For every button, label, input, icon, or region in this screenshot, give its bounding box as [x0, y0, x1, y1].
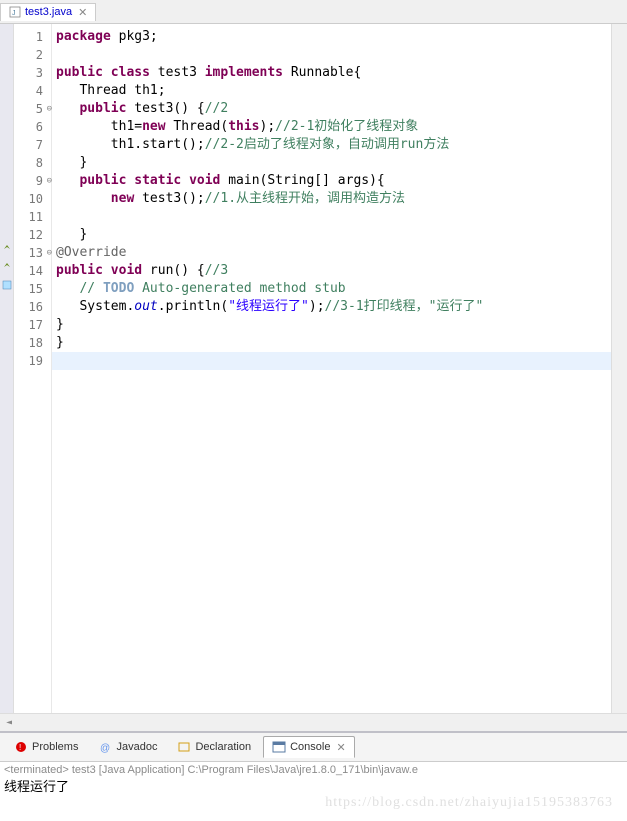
code-line[interactable]: public void run() {//3: [52, 262, 611, 280]
svg-text:J: J: [12, 10, 16, 17]
problems-icon: !: [14, 740, 28, 754]
svg-text:!: !: [19, 743, 21, 752]
code-line[interactable]: }: [52, 154, 611, 172]
tab-problems[interactable]: ! Problems: [6, 737, 86, 757]
code-line[interactable]: }: [52, 334, 611, 352]
code-line[interactable]: }: [52, 226, 611, 244]
console-output-line: 线程运行了: [4, 776, 623, 795]
code-content[interactable]: package pkg3; public class test3 implemen…: [52, 24, 611, 713]
code-line[interactable]: Thread th1;: [52, 82, 611, 100]
override-marker-icon[interactable]: [2, 262, 12, 272]
line-number: 17: [14, 316, 51, 334]
svg-text:@: @: [100, 743, 110, 754]
line-number: 7: [14, 136, 51, 154]
code-line[interactable]: package pkg3;: [52, 28, 611, 46]
line-number: 5: [14, 100, 51, 118]
code-line[interactable]: }: [52, 316, 611, 334]
javadoc-icon: @: [98, 740, 112, 754]
code-line[interactable]: public test3() {//2: [52, 100, 611, 118]
code-line[interactable]: public class test3 implements Runnable{: [52, 64, 611, 82]
horizontal-scrollbar[interactable]: ◄: [0, 713, 627, 731]
line-number: 3: [14, 64, 51, 82]
line-number: 11: [14, 208, 51, 226]
code-line[interactable]: th1.start();//2-2启动了线程对象，自动调用run方法: [52, 136, 611, 154]
console-process-info: <terminated> test3 [Java Application] C:…: [4, 764, 623, 776]
line-number: 12: [14, 226, 51, 244]
line-number: 8: [14, 154, 51, 172]
line-number: 19: [14, 352, 51, 370]
code-line[interactable]: th1=new Thread(this);//2-1初始化了线程对象: [52, 118, 611, 136]
tab-label: Javadoc: [116, 741, 157, 753]
declaration-icon: [177, 740, 191, 754]
tab-label: Problems: [32, 741, 78, 753]
scroll-left-icon[interactable]: ◄: [6, 717, 12, 728]
line-number: 9: [14, 172, 51, 190]
tab-declaration[interactable]: Declaration: [169, 737, 259, 757]
line-number: 2: [14, 46, 51, 64]
line-number: 4: [14, 82, 51, 100]
code-line[interactable]: new test3();//1.从主线程开始，调用构造方法: [52, 190, 611, 208]
tab-console[interactable]: Console ✕: [263, 736, 355, 758]
tab-javadoc[interactable]: @ Javadoc: [90, 737, 165, 757]
line-number: 15: [14, 280, 51, 298]
line-number: 14: [14, 262, 51, 280]
marker-ruler: [0, 24, 14, 713]
line-number: 18: [14, 334, 51, 352]
bottom-panel: ! Problems @ Javadoc Declaration Console…: [0, 731, 627, 821]
line-number-gutter: 12345678910111213141516171819: [14, 24, 52, 713]
tab-filename: test3.java: [25, 6, 72, 18]
tab-label: Console: [290, 741, 330, 753]
code-line[interactable]: [52, 352, 611, 370]
line-number: 1: [14, 28, 51, 46]
line-number: 10: [14, 190, 51, 208]
code-line[interactable]: public static void main(String[] args){: [52, 172, 611, 190]
close-icon[interactable]: ✕: [78, 6, 87, 19]
console-body[interactable]: <terminated> test3 [Java Application] C:…: [0, 761, 627, 821]
code-line[interactable]: // TODO Auto-generated method stub: [52, 280, 611, 298]
code-line[interactable]: System.out.println("线程运行了");//3-1打印线程，"运…: [52, 298, 611, 316]
tab-label: Declaration: [195, 741, 251, 753]
code-line[interactable]: [52, 46, 611, 64]
close-icon[interactable]: ✕: [336, 741, 345, 754]
bottom-tab-bar: ! Problems @ Javadoc Declaration Console…: [0, 733, 627, 761]
line-number: 6: [14, 118, 51, 136]
code-line[interactable]: [52, 208, 611, 226]
line-number: 16: [14, 298, 51, 316]
editor-tab-bar: J test3.java ✕: [0, 0, 627, 24]
watermark-text: https://blog.csdn.net/zhaiyujia151953837…: [4, 795, 623, 811]
java-file-icon: J: [9, 6, 21, 18]
override-marker-icon[interactable]: [2, 244, 12, 254]
code-editor[interactable]: 12345678910111213141516171819 package pk…: [0, 24, 627, 713]
editor-tab-active[interactable]: J test3.java ✕: [0, 3, 96, 21]
vertical-scrollbar[interactable]: [611, 24, 627, 713]
task-marker-icon[interactable]: [2, 280, 12, 290]
code-line[interactable]: @Override: [52, 244, 611, 262]
console-icon: [272, 740, 286, 754]
line-number: 13: [14, 244, 51, 262]
